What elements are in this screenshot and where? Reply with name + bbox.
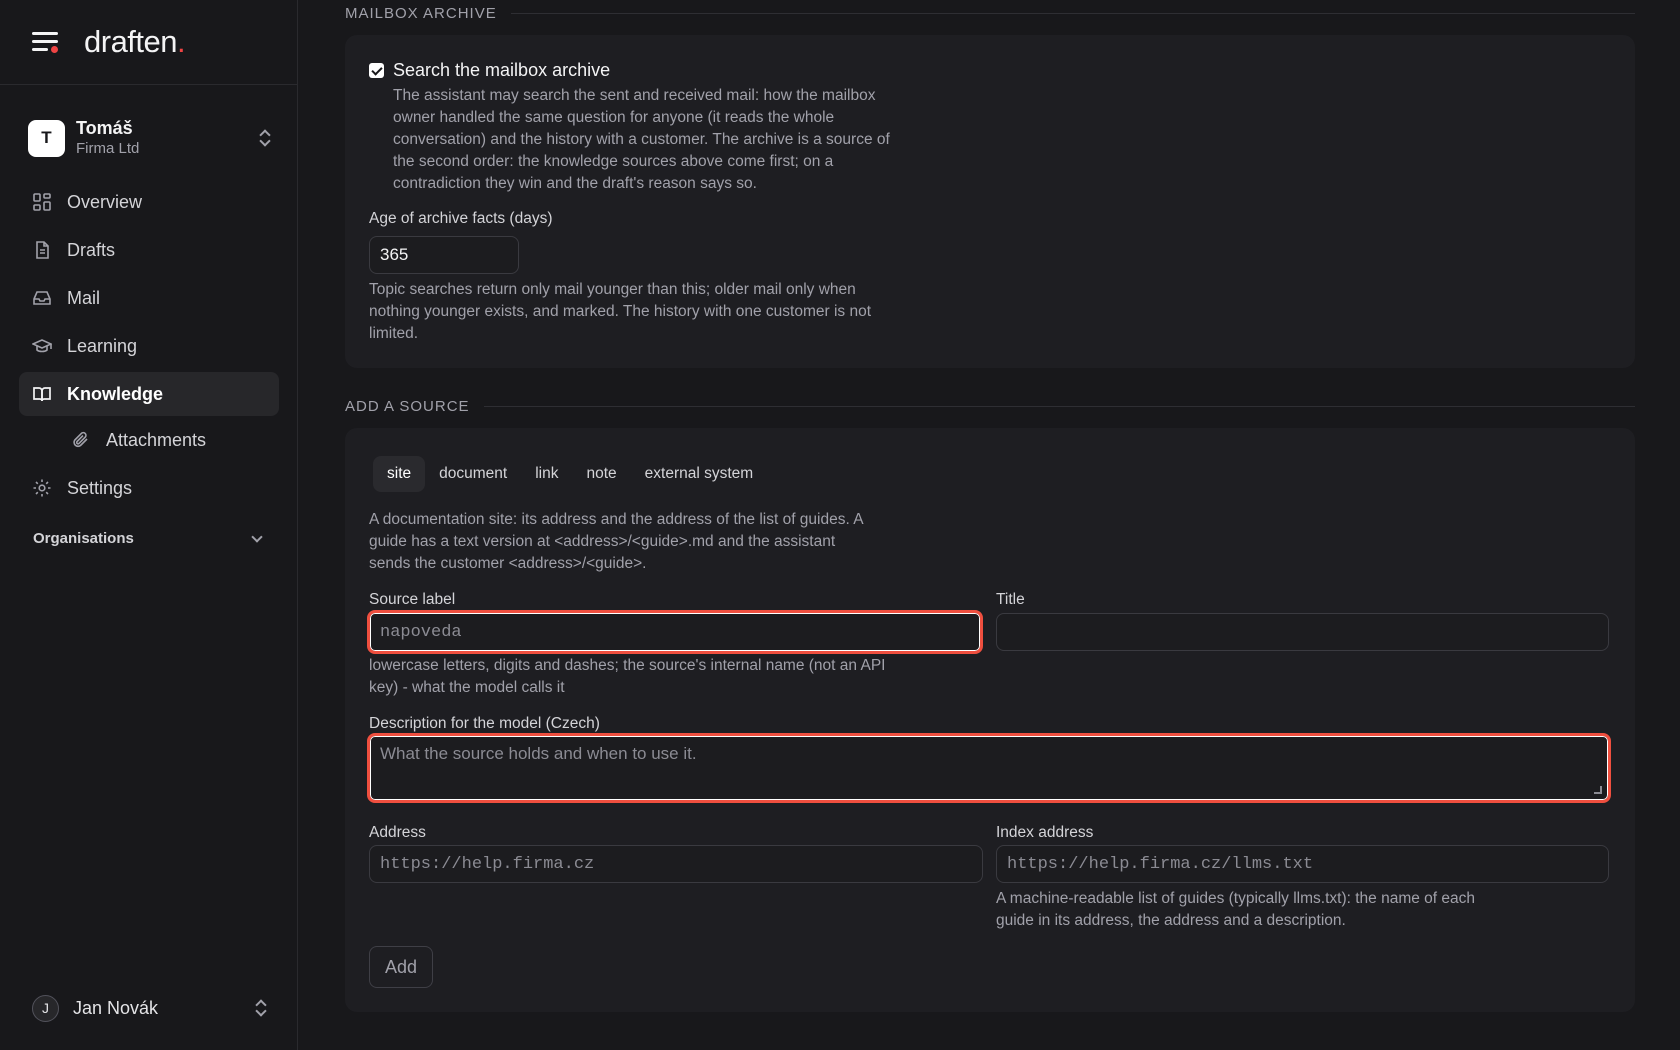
org-avatar: T bbox=[28, 119, 65, 157]
user-name: Jan Novák bbox=[73, 997, 159, 1018]
logo: draften. bbox=[84, 24, 186, 59]
address-input[interactable]: https://help.firma.cz bbox=[369, 845, 983, 883]
tab-external-system[interactable]: external system bbox=[631, 456, 768, 492]
resize-handle-icon[interactable] bbox=[1594, 786, 1602, 794]
archive-card: Search the mailbox archive The assistant… bbox=[345, 35, 1635, 368]
sidebar-item-knowledge[interactable]: Knowledge bbox=[19, 372, 279, 416]
add-source-card: site document link note external system … bbox=[345, 428, 1635, 1012]
description-textarea[interactable]: What the source holds and when to use it… bbox=[367, 733, 1611, 803]
org-subtitle: Firma Ltd bbox=[76, 140, 140, 157]
org-name: Tomáš bbox=[76, 118, 133, 138]
sidebar-item-overview[interactable]: Overview bbox=[19, 180, 279, 224]
graduation-cap-icon bbox=[32, 336, 52, 356]
add-button[interactable]: Add bbox=[369, 946, 433, 988]
sidebar-item-settings[interactable]: Settings bbox=[19, 466, 279, 510]
menu-icon[interactable] bbox=[32, 31, 60, 53]
section-title-mailbox-archive: MAILBOX ARCHIVE bbox=[345, 5, 1635, 22]
archive-description: The assistant may search the sent and re… bbox=[393, 87, 890, 192]
tab-link[interactable]: link bbox=[521, 456, 572, 492]
chevron-updown-icon bbox=[258, 128, 272, 148]
archive-search-checkbox[interactable] bbox=[369, 63, 384, 78]
description-label: Description for the model (Czech) bbox=[369, 715, 600, 732]
address-label: Address bbox=[369, 824, 426, 841]
main-content: MAILBOX ARCHIVE Search the mailbox archi… bbox=[345, 0, 1635, 1050]
age-label: Age of archive facts (days) bbox=[369, 210, 553, 227]
index-address-label: Index address bbox=[996, 824, 1094, 841]
sidebar-item-learning[interactable]: Learning bbox=[19, 324, 279, 368]
sidebar-item-mail[interactable]: Mail bbox=[19, 276, 279, 320]
source-intro: A documentation site: its address and th… bbox=[369, 511, 863, 572]
org-switcher[interactable]: T Tomáš Firma Ltd bbox=[28, 114, 272, 162]
source-label-label: Source label bbox=[369, 591, 456, 608]
chevron-updown-icon bbox=[254, 998, 268, 1018]
title-label: Title bbox=[996, 591, 1025, 608]
tab-site[interactable]: site bbox=[373, 456, 426, 492]
tab-document[interactable]: document bbox=[425, 456, 521, 492]
brand-bar: draften. bbox=[0, 0, 297, 85]
section-title-add-source: ADD A SOURCE bbox=[345, 398, 1635, 415]
age-input[interactable]: 365 bbox=[369, 236, 519, 274]
source-label-input[interactable]: napoveda bbox=[367, 610, 983, 654]
document-icon bbox=[32, 240, 52, 260]
organisations-toggle[interactable]: Organisations bbox=[33, 530, 265, 547]
gear-icon bbox=[32, 478, 52, 498]
tab-note[interactable]: note bbox=[572, 456, 630, 492]
source-label-help: lowercase letters, digits and dashes; th… bbox=[369, 657, 886, 696]
chevron-down-icon bbox=[251, 530, 263, 543]
grid-icon bbox=[32, 192, 52, 212]
index-address-help: A machine-readable list of guides (typic… bbox=[996, 890, 1476, 929]
sidebar-item-attachments[interactable]: Attachments bbox=[19, 418, 279, 462]
user-menu[interactable]: J Jan Novák bbox=[32, 994, 268, 1022]
paperclip-icon bbox=[71, 430, 91, 450]
avatar: J bbox=[32, 994, 59, 1022]
sidebar-nav: Overview Drafts Mail Learning Knowledge bbox=[19, 180, 279, 514]
archive-search-label: Search the mailbox archive bbox=[393, 60, 611, 80]
title-input[interactable] bbox=[996, 613, 1609, 651]
age-help: Topic searches return only mail younger … bbox=[369, 281, 872, 342]
sidebar: draften. T Tomáš Firma Ltd Overview Draf… bbox=[0, 0, 298, 1050]
sidebar-item-drafts[interactable]: Drafts bbox=[19, 228, 279, 272]
book-open-icon bbox=[32, 384, 52, 404]
source-type-tabs: site document link note external system bbox=[373, 456, 767, 492]
index-address-input[interactable]: https://help.firma.cz/llms.txt bbox=[996, 845, 1609, 883]
inbox-icon bbox=[32, 288, 52, 308]
